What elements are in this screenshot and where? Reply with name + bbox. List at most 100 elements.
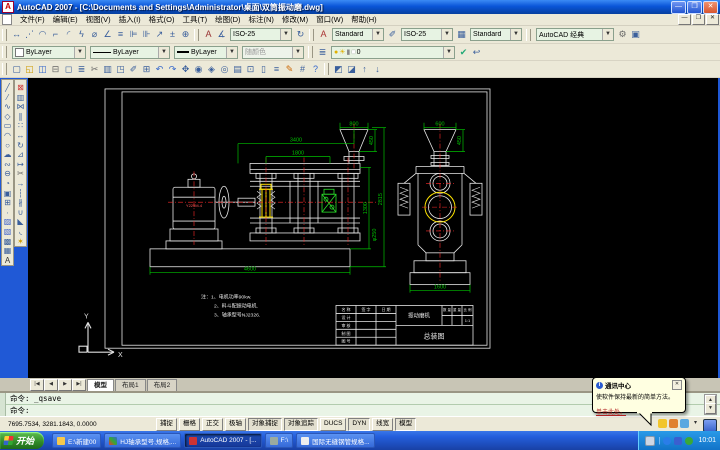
restore-button[interactable]: ❒	[687, 1, 702, 14]
printer-tray-icon[interactable]	[645, 436, 655, 446]
redo-icon[interactable]: ↷	[166, 63, 179, 76]
text-style-combo[interactable]: Standard▼	[332, 28, 384, 41]
gradient-icon[interactable]: ▧	[2, 227, 13, 237]
arc-length-dim-icon[interactable]: ◠	[36, 28, 49, 41]
dim-style-combo-2[interactable]: ISO-25▼	[401, 28, 453, 41]
taskbar-task-2[interactable]: AutoCAD 2007 - [...	[184, 433, 261, 448]
lineweight-combo[interactable]: ByLayer▼	[174, 46, 238, 59]
tool-palettes-icon[interactable]: ▯	[257, 63, 270, 76]
toolbar-lock-icon[interactable]	[658, 419, 667, 428]
model-space-canvas[interactable]: 800 450 3400 1800 1300 2815 φ250 4600 60…	[28, 78, 718, 378]
layer-properties-icon[interactable]: ≣	[316, 46, 329, 59]
chevron-down-icon[interactable]: ▼	[74, 47, 85, 58]
pan-icon[interactable]: ✥	[179, 63, 192, 76]
multiline-text-icon[interactable]: A	[2, 256, 13, 266]
start-button[interactable]: 开始	[0, 432, 44, 449]
center-mark-icon[interactable]: ⊕	[179, 28, 192, 41]
designcenter-icon[interactable]: ⊡	[244, 63, 257, 76]
arc-icon[interactable]: ◠	[2, 131, 13, 141]
toolbar-grip[interactable]	[308, 46, 313, 58]
properties-icon[interactable]: ▤	[231, 63, 244, 76]
menu-item-9[interactable]: 窗口(W)	[312, 14, 347, 25]
mdi-restore-button[interactable]: ❒	[692, 14, 705, 25]
make-object-layer-current-icon[interactable]: ✔	[457, 46, 470, 59]
move-icon[interactable]: ↔	[15, 131, 26, 141]
mdi-close-button[interactable]: ✕	[706, 14, 719, 25]
line-icon[interactable]: ╱	[2, 83, 13, 93]
command-window-grip[interactable]	[0, 393, 6, 416]
toggle-线宽[interactable]: 线宽	[372, 418, 393, 431]
explode-icon[interactable]: ✶	[15, 237, 26, 247]
markup-manager-icon[interactable]: ✎	[283, 63, 296, 76]
toolbar-grip[interactable]	[526, 29, 531, 41]
toolbar-grip[interactable]	[309, 29, 314, 41]
toggle-模型[interactable]: 模型	[395, 418, 416, 431]
ordinate-dim-icon[interactable]: ⌐	[49, 28, 62, 41]
plot-icon[interactable]: ⊟	[49, 63, 62, 76]
linear-dim-icon[interactable]: ↔	[10, 28, 23, 41]
open-icon[interactable]: ◱	[23, 63, 36, 76]
extend-icon[interactable]: →	[15, 179, 26, 189]
mdi-minimize-button[interactable]: —	[678, 14, 691, 25]
quick-leader-icon[interactable]: ↗	[153, 28, 166, 41]
make-block-icon[interactable]: ⊞	[2, 198, 13, 208]
radius-dim-icon[interactable]: ◜	[62, 28, 75, 41]
jogged-dim-icon[interactable]: ϟ	[75, 28, 88, 41]
taskbar-task-0[interactable]: E:\新建00	[52, 433, 101, 448]
offset-icon[interactable]: ∥	[15, 112, 26, 122]
draworder-above-icon[interactable]: ↑	[358, 63, 371, 76]
erase-icon[interactable]: ⊠	[15, 83, 26, 93]
toolbar-grip[interactable]	[194, 29, 199, 41]
next-tab-button[interactable]: ▶	[58, 379, 72, 391]
balloon-link[interactable]: 单击此处。	[596, 407, 626, 416]
continue-dim-icon[interactable]: ⊪	[140, 28, 153, 41]
drawing-document-icon[interactable]	[2, 14, 12, 25]
command-scrollbar[interactable]: ▲ ▼	[704, 394, 717, 415]
messenger-tray-icon[interactable]	[663, 437, 671, 445]
construction-line-icon[interactable]: ⁄	[2, 93, 13, 103]
toggle-DYN[interactable]: DYN	[348, 418, 370, 431]
tab-layout1[interactable]: 布局1	[115, 379, 146, 391]
toggle-栅格[interactable]: 栅格	[179, 418, 200, 431]
workspace-settings-icon[interactable]: ⚙	[616, 28, 629, 41]
copy-icon[interactable]: ▥	[101, 63, 114, 76]
tab-model[interactable]: 模型	[87, 379, 114, 391]
zoom-realtime-icon[interactable]: ◉	[192, 63, 205, 76]
match-properties-icon[interactable]: ✐	[127, 63, 140, 76]
chamfer-icon[interactable]: ◣	[15, 217, 26, 227]
scroll-down-icon[interactable]: ▼	[705, 403, 716, 414]
menu-item-2[interactable]: 视图(V)	[82, 14, 115, 25]
polygon-icon[interactable]: ◇	[2, 112, 13, 122]
mirror-icon[interactable]: ⋈	[15, 102, 26, 112]
chevron-down-icon[interactable]: ▼	[441, 29, 452, 40]
rectangle-icon[interactable]: ▭	[2, 121, 13, 131]
table-style-icon[interactable]: ▦	[455, 28, 468, 41]
taskbar-task-1[interactable]: HJ轴承型号,规格,...	[104, 433, 181, 448]
toolbar-grip[interactable]	[2, 46, 7, 58]
security-shield-tray-icon[interactable]	[685, 437, 693, 445]
point-icon[interactable]: ∙	[2, 208, 13, 218]
block-editor-icon[interactable]: ⊞	[140, 63, 153, 76]
color-combo[interactable]: ByLayer▼	[12, 46, 86, 59]
save-icon[interactable]: ◫	[36, 63, 49, 76]
chevron-down-icon[interactable]: ▼	[510, 29, 521, 40]
copy-object-icon[interactable]: ▥	[15, 93, 26, 103]
break-at-point-icon[interactable]: ┆	[15, 189, 26, 199]
help-icon[interactable]: ?	[309, 63, 322, 76]
menu-item-0[interactable]: 文件(F)	[16, 14, 49, 25]
dim-text-edit-icon[interactable]: ∡	[215, 28, 228, 41]
menu-item-8[interactable]: 修改(M)	[278, 14, 312, 25]
dim-style-combo[interactable]: ISO-25▼	[230, 28, 292, 41]
hatch-icon[interactable]: ▨	[2, 217, 13, 227]
draworder-back-icon[interactable]: ◪	[345, 63, 358, 76]
tab-layout2[interactable]: 布局2	[147, 379, 178, 391]
ellipse-icon[interactable]: ⊖	[2, 169, 13, 179]
paste-icon[interactable]: ◳	[114, 63, 127, 76]
tolerance-icon[interactable]: ±	[166, 28, 179, 41]
zoom-previous-icon[interactable]: ◎	[218, 63, 231, 76]
communication-center-icon[interactable]	[680, 419, 689, 428]
dim-update-icon[interactable]: ↻	[294, 28, 307, 41]
menu-item-10[interactable]: 帮助(H)	[347, 14, 380, 25]
plot-preview-icon[interactable]: ◻	[62, 63, 75, 76]
qnew-icon[interactable]: ▢	[10, 63, 23, 76]
